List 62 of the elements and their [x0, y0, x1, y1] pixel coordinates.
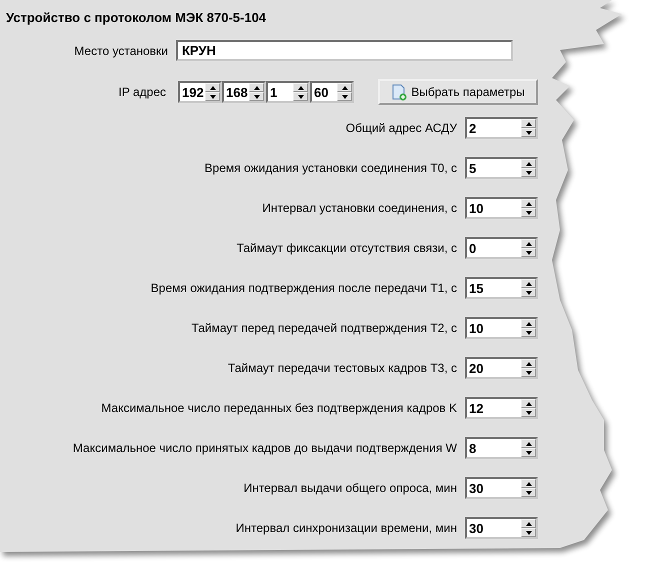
spin-up-button[interactable] — [521, 439, 536, 448]
spin-down-button[interactable] — [521, 528, 536, 537]
field-label: IP адрес — [118, 85, 167, 99]
select-parameters-button[interactable]: Выбрать параметры — [378, 79, 538, 105]
spin-down-button[interactable] — [521, 208, 536, 217]
spin-down-button[interactable] — [521, 248, 536, 257]
spin-up-button[interactable] — [293, 83, 308, 92]
parameter-label: Максимальное число принятых кадров до выдачи подтверждения W — [72, 441, 458, 455]
parameter-spinbox[interactable]: 12 — [465, 397, 538, 419]
spin-down-button[interactable] — [521, 368, 536, 377]
ip-octet-spinbox[interactable]: 168 — [222, 81, 266, 103]
parameter-spinbox[interactable]: 0 — [465, 237, 538, 259]
parameter-label: Таймаут перед передачей подтверждения Т2, с — [190, 321, 458, 335]
document-add-icon — [391, 84, 408, 100]
input-field[interactable]: КРУН — [176, 40, 513, 61]
spin-down-button[interactable] — [521, 288, 536, 297]
spin-up-button[interactable] — [521, 239, 536, 248]
parameter-spinbox[interactable]: 10 — [465, 317, 538, 339]
spin-up-button[interactable] — [521, 519, 536, 528]
spin-down-button[interactable] — [521, 488, 536, 497]
spin-up-button[interactable] — [521, 399, 536, 408]
parameter-label: Общий адрес АСДУ — [344, 121, 458, 135]
parameter-label: Время ожидания подтверждения после передачи Т1, с — [150, 281, 458, 295]
parameter-spinbox[interactable]: 20 — [465, 357, 538, 379]
parameter-spinbox[interactable]: 30 — [465, 517, 538, 539]
parameter-label: Интервал синхронизации времени, мин — [234, 521, 458, 535]
spin-up-button[interactable] — [337, 83, 352, 92]
spin-up-button[interactable] — [521, 359, 536, 368]
spin-down-button[interactable] — [293, 92, 308, 101]
spin-down-button[interactable] — [521, 408, 536, 417]
parameter-spinbox[interactable]: 30 — [465, 477, 538, 499]
spin-up-button[interactable] — [521, 319, 536, 328]
parameter-label: Максимальное число переданных без подтверждения кадров K — [100, 401, 458, 415]
spin-down-button[interactable] — [521, 168, 536, 177]
ip-octet-spinbox[interactable]: 1 — [266, 81, 310, 103]
spin-down-button[interactable] — [249, 92, 264, 101]
parameter-label: Таймаут фиксакции отсутствия связи, с — [236, 241, 458, 255]
parameter-spinbox[interactable]: 5 — [465, 157, 538, 179]
parameter-spinbox[interactable]: 10 — [465, 197, 538, 219]
spin-up-button[interactable] — [521, 119, 536, 128]
section-title: Устройство с протоколом МЭК 870-5-104 — [6, 10, 268, 25]
parameter-spinbox[interactable]: 2 — [465, 117, 538, 139]
parameter-label: Таймаут передачи тестовых кадров Т3, с — [226, 361, 458, 375]
spin-up-button[interactable] — [521, 199, 536, 208]
spin-up-button[interactable] — [521, 479, 536, 488]
spin-down-button[interactable] — [337, 92, 352, 101]
parameter-label: Время ожидания установки соединения Т0, с — [204, 161, 458, 175]
spin-up-button[interactable] — [205, 83, 220, 92]
spin-up-button[interactable] — [249, 83, 264, 92]
spin-up-button[interactable] — [521, 159, 536, 168]
parameter-label: Интервал установки соединения, с — [261, 201, 458, 215]
spin-down-button[interactable] — [205, 92, 220, 101]
ip-octet-spinbox[interactable]: 192 — [178, 81, 222, 103]
spin-up-button[interactable] — [521, 279, 536, 288]
parameter-spinbox[interactable]: 15 — [465, 277, 538, 299]
spin-down-button[interactable] — [521, 328, 536, 337]
parameter-spinbox[interactable]: 8 — [465, 437, 538, 459]
parameter-label: Интервал выдачи общего опроса, мин — [242, 481, 458, 495]
field-label: Место установки — [73, 44, 169, 58]
spin-down-button[interactable] — [521, 128, 536, 137]
spin-down-button[interactable] — [521, 448, 536, 457]
ip-octet-spinbox[interactable]: 60 — [310, 81, 354, 103]
